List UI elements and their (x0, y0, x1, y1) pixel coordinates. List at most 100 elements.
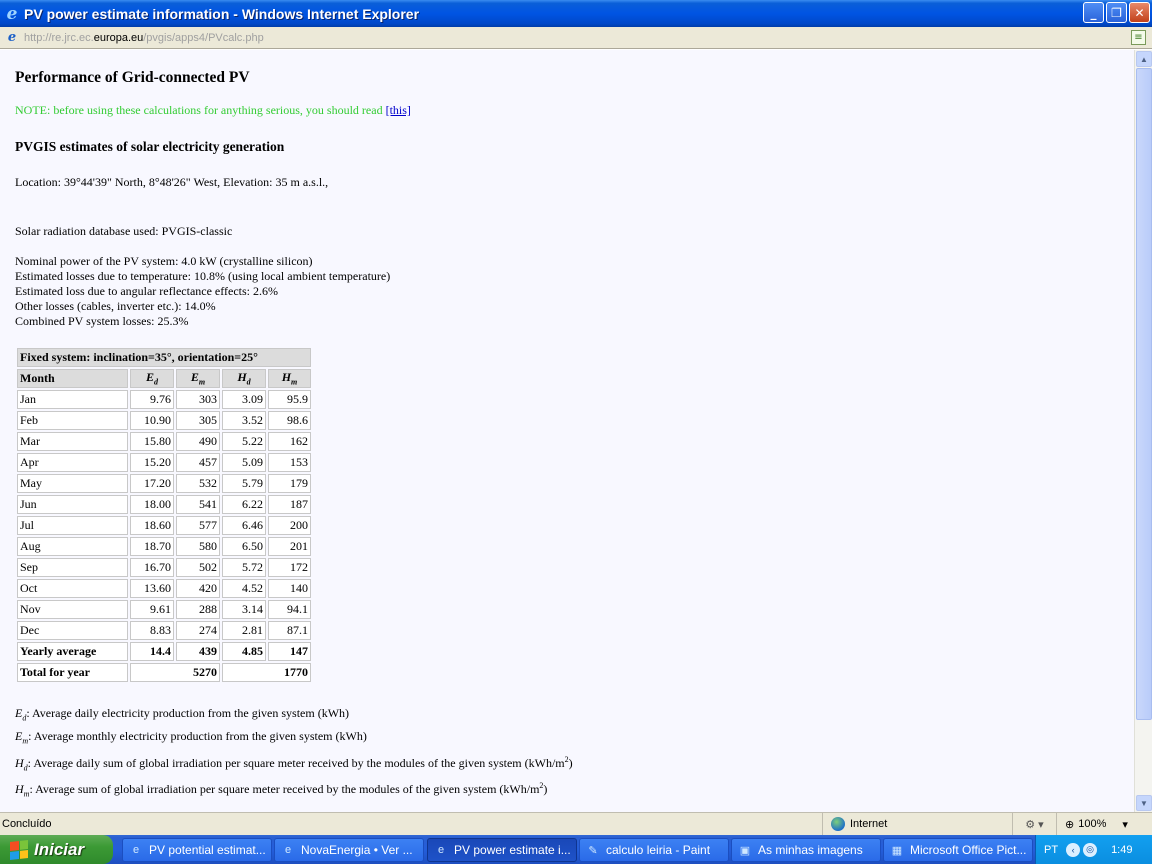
em-cell: 577 (176, 516, 220, 535)
hd-header: Hd (222, 369, 266, 388)
hd-cell: 5.22 (222, 432, 266, 451)
zoom-control[interactable]: ⊕ 100% ▾ (1056, 813, 1152, 835)
table-row: Aug 18.70 580 6.50 201 (17, 537, 311, 556)
protected-mode[interactable]: ⚙ ▾ (1012, 813, 1056, 835)
em-cell: 305 (176, 411, 220, 430)
table-row: Feb 10.90 305 3.52 98.6 (17, 411, 311, 430)
status-bar: Concluído Internet ⚙ ▾ ⊕ 100% ▾ (0, 812, 1152, 835)
hd-cell: 6.46 (222, 516, 266, 535)
table-row: Jul 18.60 577 6.46 200 (17, 516, 311, 535)
ed-cell: 18.60 (130, 516, 174, 535)
table-row: Apr 15.20 457 5.09 153 (17, 453, 311, 472)
globe-icon (831, 817, 845, 831)
clock[interactable]: 1:49 (1111, 844, 1132, 856)
restore-button[interactable]: ❐ (1106, 2, 1127, 23)
security-zone[interactable]: Internet (822, 813, 1012, 835)
hd-cell: 6.22 (222, 495, 266, 514)
hm-cell: 179 (268, 474, 311, 493)
close-button[interactable]: ✕ (1129, 2, 1150, 23)
zoom-icon: ⊕ (1065, 818, 1075, 831)
taskbar-item[interactable]: ✎ calculo leiria - Paint (579, 838, 729, 862)
hm-cell: 200 (268, 516, 311, 535)
ed-cell: 13.60 (130, 579, 174, 598)
window-title: PV power estimate information - Windows … (24, 5, 420, 22)
taskbar-item[interactable]: ▣ As minhas imagens (731, 838, 881, 862)
status-text: Concluído (2, 818, 52, 830)
paint-icon: ✎ (588, 844, 598, 857)
address-bar[interactable]: e http://re.jrc.ec.europa.eu/pvgis/apps4… (0, 27, 1152, 49)
vertical-scrollbar[interactable]: ▲ ▼ (1134, 50, 1152, 812)
hd-cell: 5.09 (222, 453, 266, 472)
legend-item: Em: Average monthly electricity producti… (15, 729, 367, 746)
scroll-thumb[interactable] (1136, 68, 1152, 720)
em-header: Em (176, 369, 220, 388)
hd-cell: 3.09 (222, 390, 266, 409)
table-row: Dec 8.83 274 2.81 87.1 (17, 621, 311, 640)
page-icon: e (7, 30, 17, 45)
month-cell: Nov (17, 600, 128, 619)
table-row: Jan 9.76 303 3.09 95.9 (17, 390, 311, 409)
param-line: Estimated losses due to temperature: 10.… (15, 269, 391, 283)
month-header: Month (17, 369, 128, 388)
hm-cell: 201 (268, 537, 311, 556)
start-button[interactable]: Iniciar (0, 835, 113, 864)
table-row: May 17.20 532 5.79 179 (17, 474, 311, 493)
hd-cell: 6.50 (222, 537, 266, 556)
legend: Ed: Average daily electricity production… (15, 704, 1134, 804)
network-icon[interactable]: ◎ (1083, 842, 1098, 857)
hm-cell: 140 (268, 579, 311, 598)
ed-cell: 18.00 (130, 495, 174, 514)
folder-icon: ▣ (739, 844, 751, 857)
note-link[interactable]: [this] (386, 103, 411, 117)
language-indicator[interactable]: PT (1044, 844, 1058, 856)
ed-cell: 9.61 (130, 600, 174, 619)
em-cell: 288 (176, 600, 220, 619)
location-text: Location: 39°44'39" North, 8°48'26" West… (15, 175, 329, 189)
legend-item: Ed: Average daily electricity production… (15, 706, 350, 723)
ed-cell: 10.90 (130, 411, 174, 430)
em-cell: 502 (176, 558, 220, 577)
ie-icon: e (437, 844, 445, 856)
hm-cell: 87.1 (268, 621, 311, 640)
table-row: Nov 9.61 288 3.14 94.1 (17, 600, 311, 619)
month-cell: May (17, 474, 128, 493)
table-row: Oct 13.60 420 4.52 140 (17, 579, 311, 598)
em-cell: 457 (176, 453, 220, 472)
ed-cell: 16.70 (130, 558, 174, 577)
table-caption: Fixed system: inclination=35°, orientati… (17, 348, 311, 367)
tray-arrow-icon[interactable]: ‹ (1066, 842, 1081, 857)
ed-cell: 15.20 (130, 453, 174, 472)
taskbar-item[interactable]: e NovaEnergia • Ver ... (274, 838, 424, 862)
hm-cell: 187 (268, 495, 311, 514)
taskbar-item[interactable]: ▦ Microsoft Office Pict... (883, 838, 1033, 862)
hm-header: Hm (268, 369, 311, 388)
taskbar-item[interactable]: e PV potential estimat... (122, 838, 272, 862)
minimize-button[interactable]: _ (1083, 2, 1104, 23)
section-title: PVGIS estimates of solar electricity gen… (15, 139, 285, 154)
em-cell: 541 (176, 495, 220, 514)
windows-logo-icon (10, 839, 28, 860)
title-bar: e PV power estimate information - Window… (0, 0, 1152, 27)
hm-cell: 94.1 (268, 600, 311, 619)
param-line: Nominal power of the PV system: 4.0 kW (… (15, 254, 313, 268)
month-cell: Aug (17, 537, 128, 556)
shield-icon: ⚙ ▾ (1025, 818, 1044, 831)
hd-cell: 4.52 (222, 579, 266, 598)
month-cell: Jul (17, 516, 128, 535)
chevron-down-icon[interactable]: ▾ (1122, 818, 1128, 831)
hm-cell: 162 (268, 432, 311, 451)
hd-cell: 3.52 (222, 411, 266, 430)
ie-icon: e (284, 844, 292, 856)
url-text[interactable]: http://re.jrc.ec.europa.eu/pvgis/apps4/P… (24, 32, 264, 44)
taskbar-item-active[interactable]: e PV power estimate i... (427, 838, 577, 862)
ed-cell: 8.83 (130, 621, 174, 640)
feed-icon[interactable]: ≡ (1131, 30, 1146, 45)
month-cell: Dec (17, 621, 128, 640)
scroll-down-arrow-icon[interactable]: ▼ (1136, 795, 1152, 811)
yearly-average-row: Yearly average 14.4 439 4.85 147 (17, 642, 311, 661)
taskbar: Iniciar e PV potential estimat... e NovaEn… (0, 835, 1152, 864)
hd-cell: 5.79 (222, 474, 266, 493)
em-cell: 303 (176, 390, 220, 409)
page-content: Performance of Grid-connected PV NOTE: b… (0, 50, 1134, 812)
scroll-up-arrow-icon[interactable]: ▲ (1136, 51, 1152, 67)
